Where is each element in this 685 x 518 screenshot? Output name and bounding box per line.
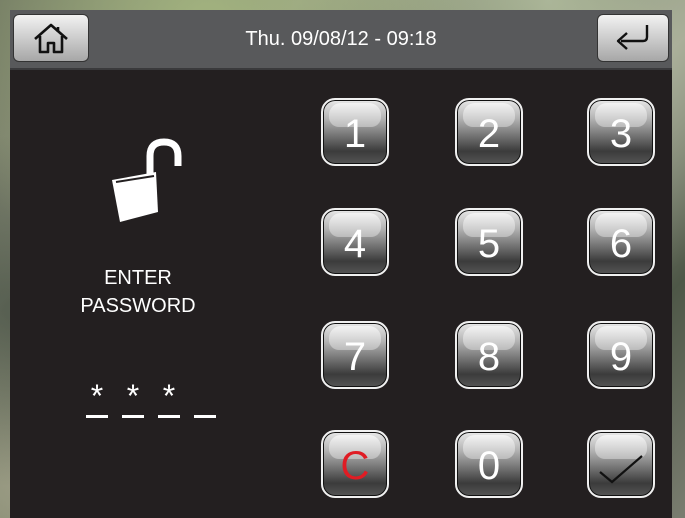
key-7-label: 7 xyxy=(343,335,367,379)
key-1-label: 1 xyxy=(343,112,367,156)
password-digit xyxy=(192,378,218,418)
confirm-key[interactable] xyxy=(587,430,655,498)
checkmark-icon xyxy=(599,455,643,484)
password-digit: * xyxy=(156,378,182,418)
keypad-panel: Thu. 09/08/12 - 09:18 ENTER PASSWORD * *… xyxy=(10,10,672,518)
clear-key[interactable]: C xyxy=(321,430,389,498)
key-2[interactable]: 2 xyxy=(455,98,523,166)
prompt-line-1: ENTER xyxy=(104,267,172,289)
clear-key-label: C xyxy=(340,444,370,488)
digit-underline xyxy=(122,415,144,418)
return-arrow-icon xyxy=(616,25,649,50)
key-5-label: 5 xyxy=(477,222,501,266)
password-char: * xyxy=(126,378,140,414)
key-3-label: 3 xyxy=(609,112,633,156)
top-bar: Thu. 09/08/12 - 09:18 xyxy=(10,10,672,70)
prompt-line-2: PASSWORD xyxy=(80,295,196,317)
key-0[interactable]: 0 xyxy=(455,430,523,498)
digit-underline xyxy=(194,415,216,418)
enter-password-label: ENTER PASSWORD xyxy=(38,264,238,320)
key-6-label: 6 xyxy=(609,222,633,266)
key-2-label: 2 xyxy=(477,112,501,156)
unlocked-padlock-icon xyxy=(106,136,186,231)
home-button[interactable] xyxy=(13,14,89,62)
key-0-label: 0 xyxy=(477,444,501,488)
key-7[interactable]: 7 xyxy=(321,321,389,389)
key-1[interactable]: 1 xyxy=(321,98,389,166)
key-6[interactable]: 6 xyxy=(587,208,655,276)
date-time: Thu. 09/08/12 - 09:18 xyxy=(245,28,437,50)
key-8-label: 8 xyxy=(477,335,501,379)
digit-underline xyxy=(158,415,180,418)
key-9-label: 9 xyxy=(609,335,633,379)
key-4[interactable]: 4 xyxy=(321,208,389,276)
key-9[interactable]: 9 xyxy=(587,321,655,389)
password-char: * xyxy=(162,378,176,414)
password-char: * xyxy=(90,378,104,414)
key-5[interactable]: 5 xyxy=(455,208,523,276)
key-3[interactable]: 3 xyxy=(587,98,655,166)
digit-underline xyxy=(86,415,108,418)
password-field: * * * xyxy=(84,378,224,418)
password-digit: * xyxy=(120,378,146,418)
password-digit: * xyxy=(84,378,110,418)
home-icon xyxy=(34,23,68,54)
key-8[interactable]: 8 xyxy=(455,321,523,389)
key-4-label: 4 xyxy=(343,222,367,266)
back-button[interactable] xyxy=(597,14,669,62)
